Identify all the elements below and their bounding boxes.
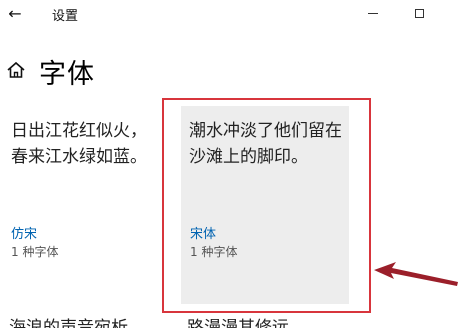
- font-count: 1 种字体: [190, 245, 238, 259]
- page-title: 字体: [39, 59, 95, 90]
- font-count: 1 种字体: [11, 245, 59, 259]
- next-font-row: 海浪的声音宛析 路漫漫其修远: [0, 312, 460, 328]
- font-sample-text: 日出江花红似火，春来江水绿如蓝。: [11, 121, 147, 167]
- maximize-button[interactable]: [399, 0, 439, 26]
- window-title: 设置: [52, 9, 79, 24]
- annotation-arrow-icon: [374, 262, 458, 286]
- minimize-icon: [368, 12, 378, 14]
- partial-font-sample: 路漫漫其修远: [187, 318, 289, 328]
- home-icon[interactable]: [6, 60, 26, 80]
- font-sample-text: 潮水冲淡了他们留在沙滩上的脚印。: [189, 121, 342, 167]
- font-card-fangsong[interactable]: 日出江花红似火，春来江水绿如蓝。 仿宋 1 种字体: [0, 106, 168, 304]
- back-arrow-icon: ←: [8, 3, 22, 23]
- title-bar: ← 设置: [0, 0, 460, 30]
- minimize-button[interactable]: [353, 0, 393, 26]
- maximize-icon: [414, 8, 424, 18]
- font-name: 仿宋: [11, 227, 38, 242]
- font-card-songti[interactable]: 潮水冲淡了他们留在沙滩上的脚印。 宋体 1 种字体: [181, 106, 349, 304]
- partial-font-sample: 海浪的声音宛析: [9, 318, 128, 328]
- font-name: 宋体: [190, 227, 217, 242]
- page-header: 字体: [0, 48, 460, 92]
- back-button[interactable]: ←: [0, 0, 30, 26]
